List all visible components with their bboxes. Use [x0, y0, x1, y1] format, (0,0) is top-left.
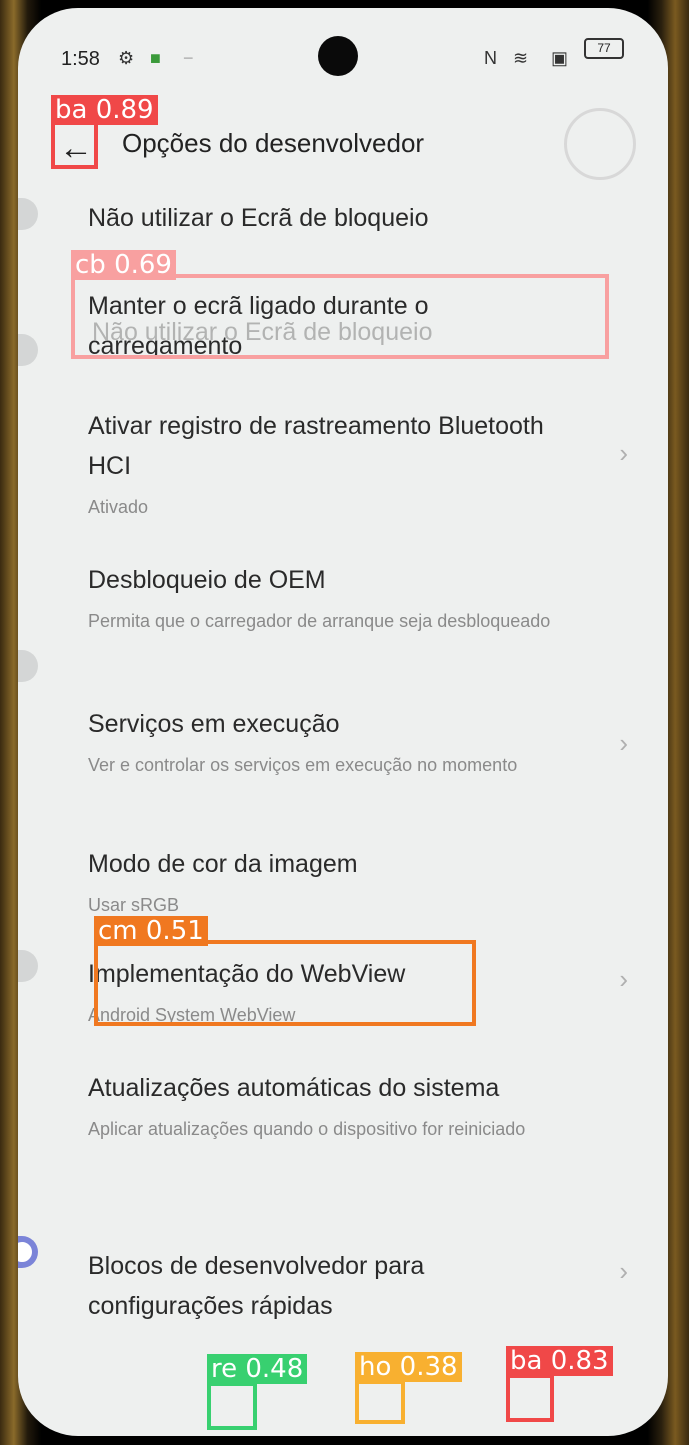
setting-title: Desbloqueio de OEM — [88, 566, 326, 594]
front-camera — [318, 36, 358, 76]
status-bar: 1:58 ⚙ ■ − N ≋ ▣ 77 — [18, 8, 668, 108]
floating-circle — [564, 108, 636, 180]
setting-title: Não utilizar o Ecrã de bloqueio — [88, 204, 429, 232]
settings-icon: ⚙ — [118, 48, 135, 68]
setting-subtitle: Ver e controlar os serviços em execução … — [88, 755, 518, 775]
nfc-icon: N — [484, 48, 497, 68]
toggle-auto-updates[interactable] — [18, 1236, 38, 1268]
detection-label: ba 0.83 — [506, 1346, 613, 1376]
toggle-no-lockscreen[interactable] — [18, 198, 38, 230]
page-title: Opções do desenvolvedor — [122, 128, 425, 158]
setting-dev-tiles[interactable]: Blocos de desenvolvedor para configuraçõ… — [88, 1246, 568, 1326]
detection-label: cm 0.51 — [94, 916, 208, 946]
sim-icon: ▣ — [551, 48, 569, 68]
detection-label: ba 0.89 — [51, 95, 158, 125]
setting-no-lockscreen[interactable]: Não utilizar o Ecrã de bloqueio — [88, 198, 568, 238]
toggle-oem-unlock[interactable] — [18, 650, 38, 682]
toggle-stay-awake[interactable] — [18, 334, 38, 366]
screen: 1:58 ⚙ ■ − N ≋ ▣ 77 ← Opções do desenvol… — [18, 8, 668, 1436]
setting-subtitle: Aplicar atualizações quando o dispositiv… — [88, 1119, 526, 1139]
chevron-right-icon: › — [619, 1256, 628, 1286]
detection-label: cb 0.69 — [71, 250, 176, 280]
chevron-right-icon: › — [619, 964, 628, 994]
setting-title: Manter o ecrã ligado durante o carregame… — [88, 292, 429, 360]
setting-bluetooth-hci[interactable]: Ativar registro de rastreamento Bluetoot… — [88, 406, 568, 524]
notification-app-icon: ■ — [150, 48, 161, 68]
nav-bar — [18, 1366, 668, 1436]
status-time: 1:58 — [61, 48, 100, 70]
setting-title: Implementação do WebView — [88, 960, 406, 988]
setting-title: Ativar registro de rastreamento Bluetoot… — [88, 412, 544, 480]
back-button[interactable] — [512, 1376, 556, 1420]
setting-color-mode[interactable]: Modo de cor da imagem Usar sRGB — [88, 844, 568, 922]
setting-stay-awake[interactable]: Manter o ecrã ligado durante o carregame… — [88, 286, 568, 366]
setting-running-services[interactable]: Serviços em execução Ver e controlar os … — [88, 704, 568, 782]
battery-icon: 77 — [584, 38, 624, 59]
setting-title: Modo de cor da imagem — [88, 850, 358, 878]
chevron-right-icon: › — [619, 438, 628, 468]
setting-subtitle: Android System WebView — [88, 1005, 296, 1025]
chevron-right-icon: › — [619, 728, 628, 758]
setting-auto-updates[interactable]: Atualizações automáticas do sistema Apli… — [88, 1068, 568, 1146]
setting-subtitle: Ativado — [88, 497, 149, 517]
setting-title: Serviços em execução — [88, 710, 340, 738]
minus-icon: − — [183, 48, 194, 68]
setting-title: Atualizações automáticas do sistema — [88, 1074, 500, 1102]
detection-label: ho 0.38 — [355, 1352, 462, 1382]
wifi-icon: ≋ — [513, 48, 529, 68]
setting-title: Blocos de desenvolvedor para configuraçõ… — [88, 1252, 425, 1320]
setting-subtitle: Permita que o carregador de arranque sej… — [88, 611, 551, 631]
detection-label: re 0.48 — [207, 1354, 308, 1384]
setting-webview[interactable]: Implementação do WebView Android System … — [88, 954, 568, 1032]
back-arrow-icon[interactable]: ← — [54, 128, 98, 172]
home-button[interactable] — [360, 1376, 404, 1420]
setting-oem-unlock[interactable]: Desbloqueio de OEM Permita que o carrega… — [88, 560, 568, 638]
toggle-color-mode[interactable] — [18, 950, 38, 982]
